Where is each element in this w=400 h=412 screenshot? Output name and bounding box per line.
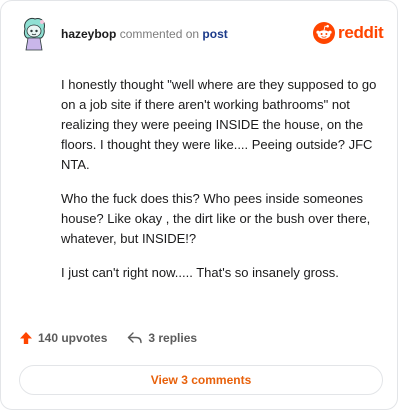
upvote-button[interactable]: 140 upvotes — [19, 331, 107, 345]
upvote-count: 140 upvotes — [38, 331, 108, 345]
view-comments-button[interactable]: View 3 comments — [19, 365, 383, 395]
action-text: commented on — [119, 27, 200, 41]
reddit-wordmark: reddit — [338, 23, 384, 42]
comment-header: hazeybop commented on post — [61, 27, 228, 41]
comment-paragraph: I just can't right now..... That's so in… — [61, 265, 339, 280]
replies-button[interactable]: 3 replies — [127, 331, 197, 345]
reddit-logo[interactable]: reddit — [313, 22, 384, 44]
reply-arrow-icon — [128, 332, 143, 344]
comment-actions: 140 upvotes 3 replies — [19, 331, 197, 345]
username[interactable]: hazeybop — [61, 27, 116, 41]
snoo-avatar-icon — [23, 18, 45, 51]
comment-card: hazeybop commented on post reddit I hone… — [0, 0, 398, 410]
comment-body: I honestly thought "well where are they … — [61, 75, 381, 297]
comment-paragraph: I honestly thought "well where are they … — [61, 77, 377, 172]
replies-count: 3 replies — [148, 331, 198, 345]
reddit-snoo-icon — [313, 22, 335, 44]
comment-paragraph: Who the fuck does this? Who pees inside … — [61, 191, 371, 246]
post-link[interactable]: post — [202, 27, 227, 41]
arrow-up-icon — [20, 332, 32, 344]
user-avatar[interactable] — [21, 17, 47, 51]
